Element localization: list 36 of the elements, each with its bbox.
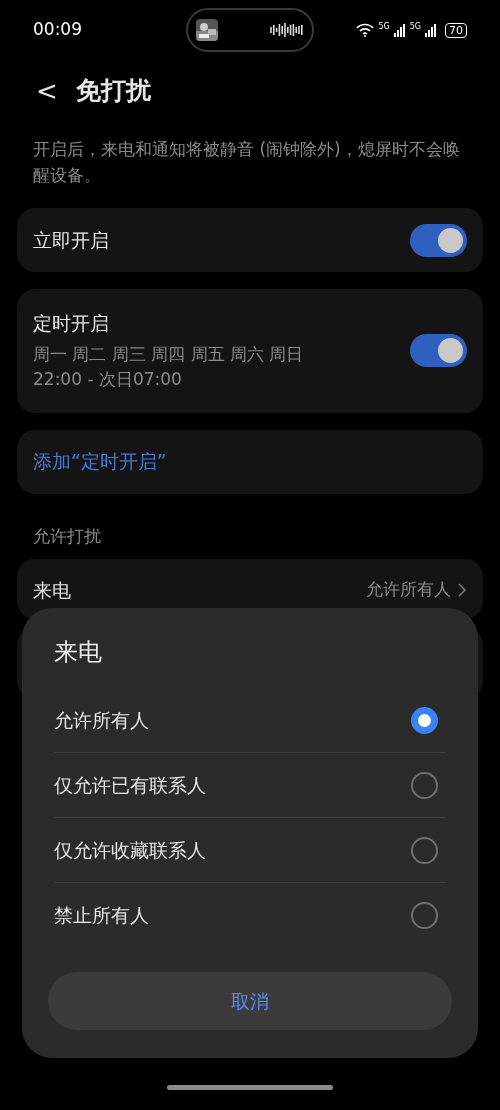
chevron-icon bbox=[457, 582, 467, 598]
setting-title[interactable]: 来电 bbox=[33, 575, 71, 605]
clock-time: 00:09 bbox=[33, 18, 83, 42]
radio-button[interactable] bbox=[411, 902, 438, 929]
radio-button[interactable] bbox=[411, 706, 438, 734]
toggle-switch[interactable] bbox=[410, 334, 467, 368]
radio-option[interactable]: 仅允许收藏联系人 bbox=[54, 818, 446, 883]
radio-button[interactable] bbox=[411, 771, 438, 799]
wifi-icon bbox=[356, 23, 375, 37]
option-label: 禁止所有人 bbox=[54, 903, 149, 929]
cancel-button[interactable]: 取消 bbox=[48, 972, 452, 1030]
option-label: 仅允许已有联系人 bbox=[54, 772, 206, 798]
page-title: 免打扰 bbox=[75, 75, 151, 108]
network-label: 5G bbox=[378, 20, 390, 33]
waveform-icon bbox=[270, 23, 304, 37]
radio-button[interactable] bbox=[411, 836, 438, 864]
radio-option[interactable]: 允许所有人 bbox=[54, 688, 446, 753]
network-label: 5G bbox=[409, 20, 421, 33]
radio-option[interactable]: 仅允许已有联系人 bbox=[54, 753, 446, 818]
setting-value: 允许所有人 bbox=[366, 578, 451, 602]
section-label: 允许打扰 bbox=[32, 524, 102, 548]
setting-title: 定时开启 bbox=[33, 311, 110, 336]
signal-icon bbox=[393, 23, 406, 37]
option-label: 仅允许收藏联系人 bbox=[54, 837, 206, 863]
toggle-switch[interactable] bbox=[410, 223, 467, 257]
option-label: 允许所有人 bbox=[54, 707, 149, 733]
setting-title: 立即开启 bbox=[33, 227, 110, 253]
sheet-title: 来电 bbox=[54, 637, 103, 668]
setting-time: 22:00 - 次日07:00 bbox=[33, 368, 183, 391]
signal-icon bbox=[425, 23, 437, 37]
description-text: 开启后，来电和通知将被静音 (闹钟除外)，熄屏时不会唤醒设备。 bbox=[32, 138, 461, 187]
add-schedule-link[interactable]: 添加“定时开启” bbox=[33, 447, 167, 476]
battery-indicator: 70 bbox=[445, 22, 467, 38]
back-button[interactable]: < bbox=[36, 78, 58, 104]
radio-option[interactable]: 禁止所有人 bbox=[54, 883, 446, 948]
setting-days: 周一 周二 周三 周四 周五 周六 周日 bbox=[33, 341, 410, 367]
